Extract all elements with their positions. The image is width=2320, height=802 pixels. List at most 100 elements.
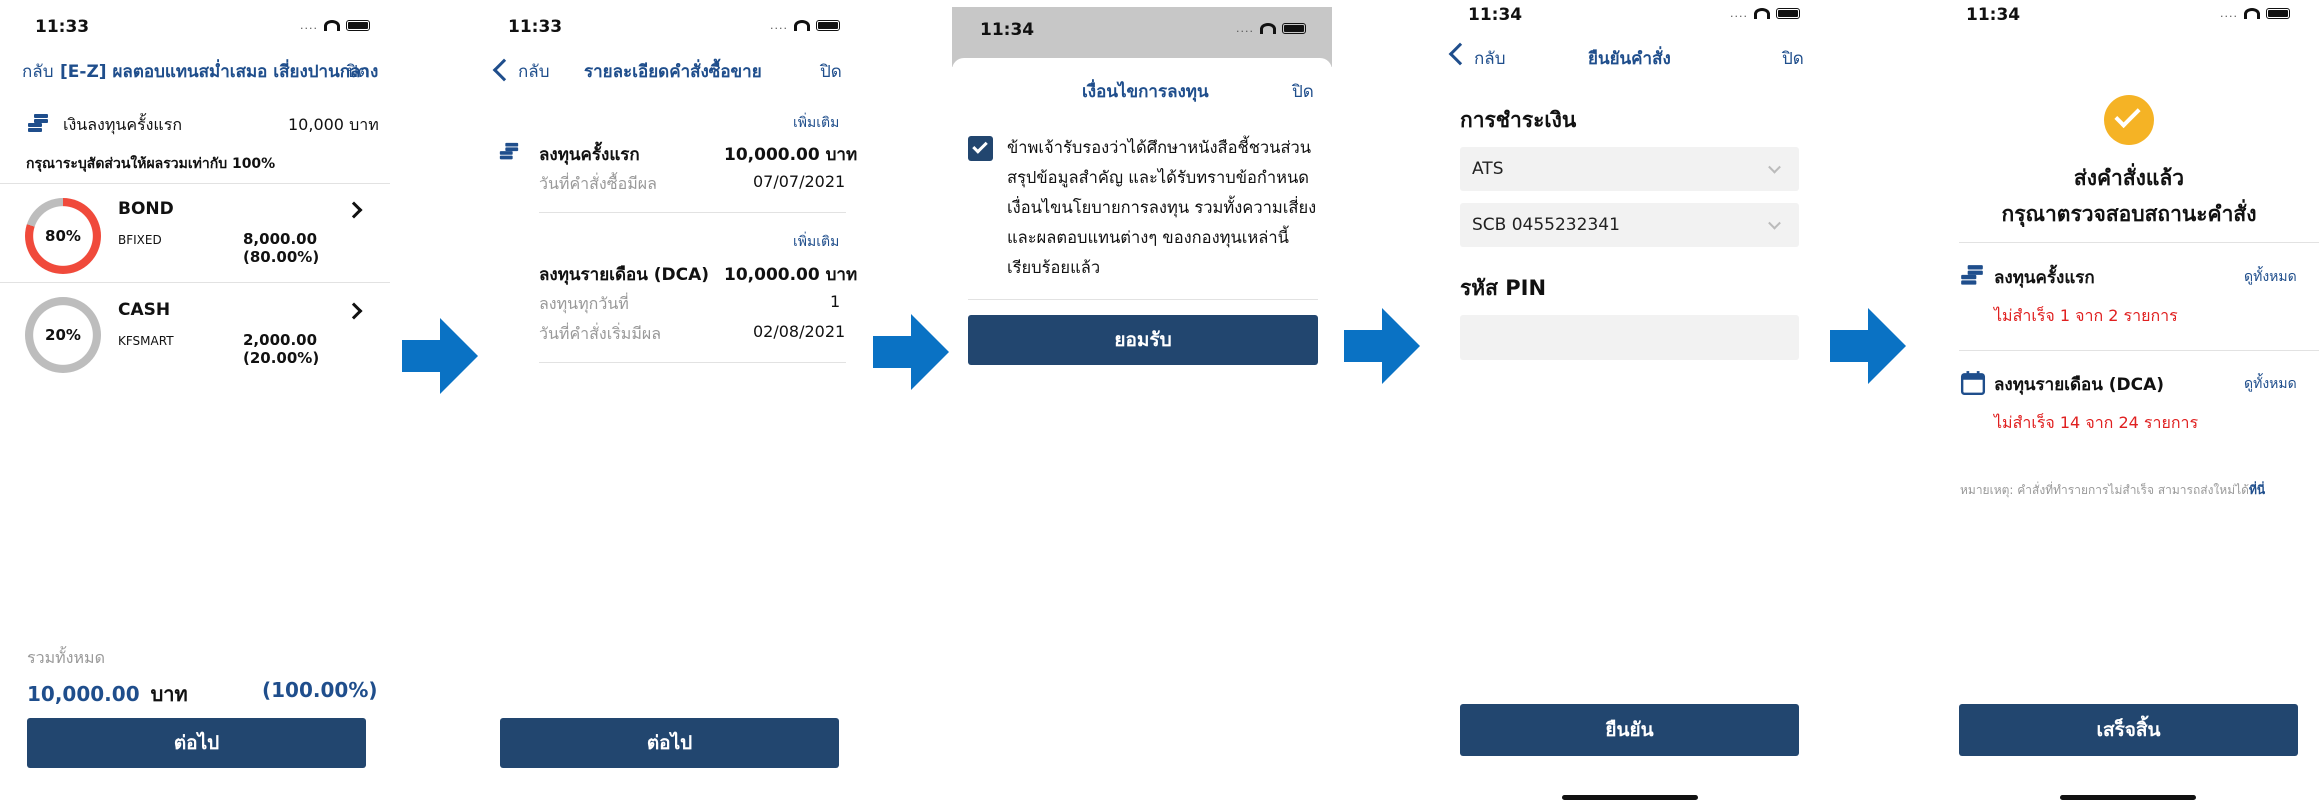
signal-icon: .... — [2220, 7, 2238, 20]
back-chevron-icon[interactable] — [1448, 42, 1472, 66]
total-amount: 10,000.00 — [27, 682, 140, 706]
close-link[interactable]: ปิด — [347, 58, 369, 85]
signal-icon: .... — [300, 19, 318, 32]
status-time: 11:34 — [1966, 5, 2021, 25]
payment-method-value: ATS — [1472, 159, 1504, 179]
coins-icon — [499, 142, 519, 160]
wifi-icon — [324, 20, 340, 31]
more-link[interactable]: เพิ่มเติม — [793, 231, 839, 253]
confirm-button[interactable]: ยืนยัน — [1460, 704, 1799, 756]
chevron-right-icon — [345, 302, 363, 320]
divider — [1959, 350, 2319, 351]
close-link[interactable]: ปิด — [1292, 78, 1314, 105]
total-unit: บาท — [150, 682, 188, 706]
page-title: ยืนยันคำสั่ง — [1588, 49, 1671, 69]
next-button[interactable]: ต่อไป — [27, 718, 366, 768]
terms-line: และผลตอบแทนต่างๆ ของกองทุนเหล่านี้ — [1007, 228, 1289, 247]
wifi-icon — [794, 20, 810, 31]
pin-heading: รหัส PIN — [1460, 276, 1547, 300]
checkmark-icon — [972, 138, 988, 154]
close-link[interactable]: ปิด — [1782, 45, 1804, 72]
total-percent: (100.00%) — [262, 678, 378, 702]
dca-day-label: ลงทุนทุกวันที่ — [539, 294, 629, 313]
initial-investment-title: ลงทุนครั้งแรก — [1994, 268, 2095, 288]
fund-name: CASH — [118, 300, 171, 320]
flow-arrow-icon — [873, 314, 949, 390]
page-title: รายละเอียดคำสั่งซื้อขาย — [584, 62, 762, 82]
dca-title: ลงทุนรายเดือน (DCA) — [539, 265, 710, 285]
next-button[interactable]: ต่อไป — [500, 718, 839, 768]
close-link[interactable]: ปิด — [820, 58, 842, 85]
divider — [0, 282, 390, 283]
status-icons: .... — [770, 19, 840, 32]
donut-percent: 20% — [45, 326, 81, 344]
signal-icon: .... — [1236, 22, 1254, 35]
battery-icon — [1282, 23, 1306, 34]
allocation-donut: 20% — [25, 297, 101, 373]
resend-link[interactable]: ที่นี่ — [2249, 483, 2265, 497]
back-link[interactable]: กลับ — [1474, 45, 1506, 72]
pin-input[interactable] — [1460, 315, 1799, 360]
battery-icon — [346, 20, 370, 31]
status-time: 11:33 — [35, 17, 90, 37]
finish-button[interactable]: เสร็จสิ้น — [1959, 704, 2298, 756]
battery-icon — [816, 20, 840, 31]
terms-line: เงื่อนไขนโยบายการลงทุน รวมทั้งความเสี่ยง — [1007, 198, 1317, 217]
terms-line: ข้าพเจ้ารับรองว่าได้ศึกษาหนังสือชี้ชวนส่… — [1007, 138, 1312, 157]
signal-icon: .... — [1730, 7, 1748, 20]
divider — [0, 183, 390, 184]
allocation-donut: 80% — [25, 198, 101, 274]
fund-code: KFSMART — [118, 334, 174, 348]
fund-row-cash[interactable]: 20% CASH KFSMART 2,000.00 (20.00%) — [0, 287, 390, 382]
screen-confirm-order: 11:34 .... กลับ ยืนยันคำสั่ง ปิด การชำระ… — [1440, 0, 1820, 802]
divider — [968, 299, 1318, 300]
payment-heading: การชำระเงิน — [1460, 108, 1577, 132]
wifi-icon — [1260, 23, 1276, 34]
chevron-down-icon — [1768, 160, 1781, 174]
status-icons: .... — [2220, 7, 2290, 20]
coins-icon — [1961, 265, 1983, 285]
dca-day: 1 — [830, 292, 841, 311]
note-text: หมายเหตุ: คำสั่งที่ทำรายการไม่สำเร็จ สาม… — [1960, 481, 2265, 500]
battery-icon — [1776, 8, 1800, 19]
dca-title: ลงทุนรายเดือน (DCA) — [1994, 375, 2165, 395]
donut-percent: 80% — [45, 227, 81, 245]
payment-method-select[interactable]: ATS — [1460, 147, 1799, 191]
screen-order-submitted: 11:34 .... ส่งคำสั่งแล้ว กรุณาตรวจสอบสถา… — [1938, 0, 2320, 802]
fund-name: BOND — [118, 199, 174, 219]
dca-amount: 10,000.00 บาท — [724, 265, 858, 285]
effective-date: 07/07/2021 — [753, 172, 846, 191]
fund-code: BFIXED — [118, 233, 162, 247]
status-icons: .... — [1236, 22, 1306, 35]
dca-start-date: 02/08/2021 — [753, 322, 846, 341]
fund-row-bond[interactable]: 80% BOND BFIXED 8,000.00 (80.00%) — [0, 185, 390, 280]
bank-account-select[interactable]: SCB 0455232341 — [1460, 203, 1799, 247]
wifi-icon — [2244, 8, 2260, 19]
status-icons: .... — [300, 19, 370, 32]
signal-icon: .... — [770, 19, 788, 32]
coins-icon — [28, 114, 48, 132]
back-link[interactable]: กลับ — [22, 58, 54, 85]
home-indicator — [1562, 795, 1698, 800]
terms-line: สรุปข้อมูลสำคัญ และได้รับทราบข้อกำหนด — [1007, 168, 1310, 187]
view-all-link[interactable]: ดูทั้งหมด — [2244, 266, 2297, 288]
view-all-link[interactable]: ดูทั้งหมด — [2244, 373, 2297, 395]
flow-arrow-icon — [1830, 308, 1906, 384]
submitted-heading: ส่งคำสั่งแล้ว — [2073, 166, 2185, 190]
flow-arrow-icon — [402, 318, 478, 394]
dca-status: ไม่สำเร็จ 14 จาก 24 รายการ — [1994, 413, 2199, 432]
accept-button[interactable]: ยอมรับ — [968, 315, 1318, 365]
bank-account-value: SCB 0455232341 — [1472, 215, 1620, 235]
divider — [1959, 242, 2319, 243]
total-amount-row: 10,000.00 บาท — [27, 678, 188, 710]
back-chevron-icon[interactable] — [492, 58, 516, 82]
status-time: 11:33 — [508, 17, 563, 37]
initial-investment-label: เงินลงทุนครั้งแรก — [63, 115, 183, 134]
back-link[interactable]: กลับ — [518, 58, 550, 85]
divider — [539, 212, 846, 213]
accept-checkbox[interactable] — [968, 136, 993, 161]
fund-amount: 8,000.00 (80.00%) — [243, 230, 320, 266]
more-link[interactable]: เพิ่มเติม — [793, 112, 839, 134]
terms-line: เรียบร้อยแล้ว — [1007, 258, 1101, 277]
chevron-right-icon — [345, 201, 363, 219]
